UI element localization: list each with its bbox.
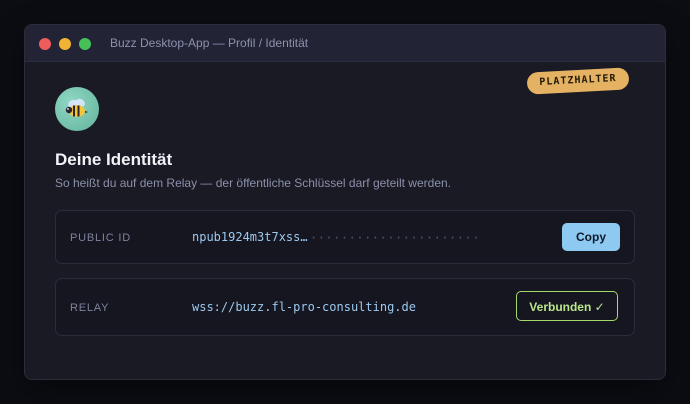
public-id-masked: ······················	[310, 231, 480, 245]
window-title: Buzz Desktop-App — Profil / Identität	[110, 36, 309, 50]
close-window-button[interactable]	[39, 38, 51, 50]
placeholder-badge: PLATZHALTER	[526, 67, 630, 95]
page-title: Deine Identität	[55, 150, 173, 169]
connection-status-button[interactable]: Verbunden ✓	[516, 291, 618, 321]
app-window: Buzz Desktop-App — Profil / Identität PL…	[24, 24, 666, 380]
relay-card: RELAY wss://buzz.fl-pro-consulting.de Ve…	[55, 278, 635, 336]
page-subtitle: So heißt du auf dem Relay — der öffentli…	[55, 176, 451, 190]
bee-icon	[65, 98, 88, 117]
copy-button[interactable]: Copy	[562, 223, 620, 251]
public-id-label: PUBLIC ID	[70, 232, 131, 244]
public-id-value: npub1924m3t7xss…	[192, 230, 308, 244]
title-bar: Buzz Desktop-App — Profil / Identität	[25, 25, 665, 62]
maximize-window-button[interactable]	[79, 38, 91, 50]
avatar	[55, 87, 99, 131]
relay-url: wss://buzz.fl-pro-consulting.de	[192, 300, 416, 314]
relay-label: RELAY	[70, 302, 110, 314]
minimize-window-button[interactable]	[59, 38, 71, 50]
public-id-card: PUBLIC ID npub1924m3t7xss… ·············…	[55, 210, 635, 264]
